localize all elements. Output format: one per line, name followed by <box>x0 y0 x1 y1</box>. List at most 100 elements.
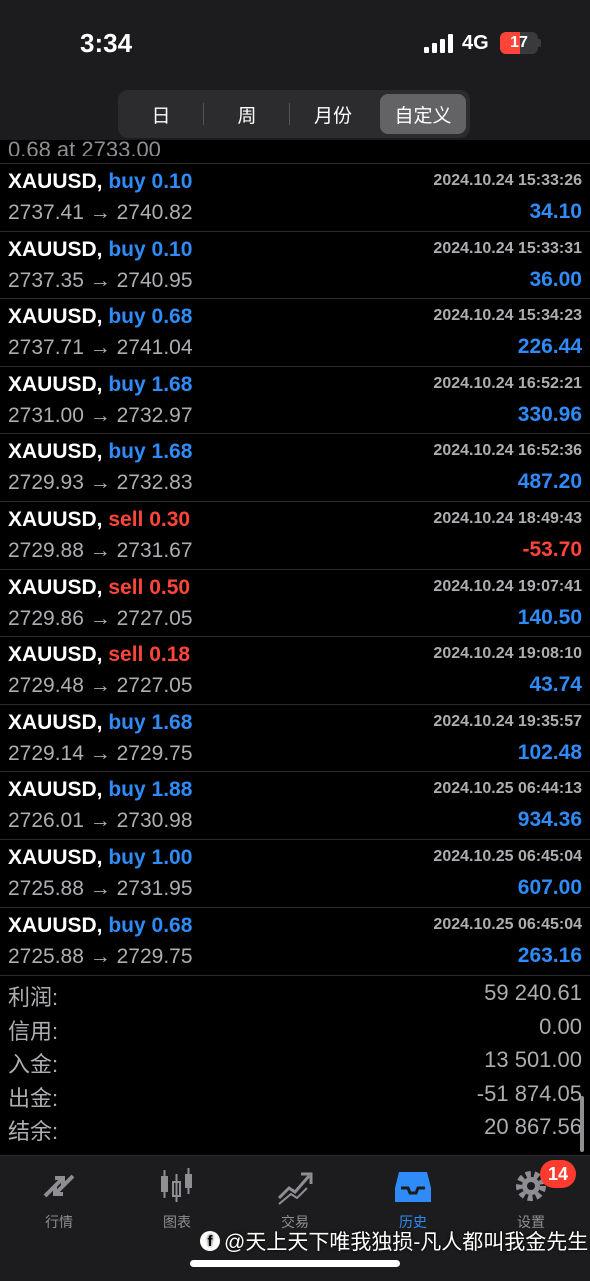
status-bar: 3:34 4G 17 <box>0 0 590 88</box>
summary-balance-row: 结余: 20 867.56 <box>0 1110 590 1144</box>
deal-price-line: 2726.01 → 2730.98 <box>8 809 193 833</box>
deal-symbol-line: XAUUSD, buy 1.68 <box>8 711 192 735</box>
segment-day[interactable]: 日 <box>118 90 204 138</box>
summary-withdrawal-row: 出金: -51 874.05 <box>0 1077 590 1111</box>
deal-open-price: 2737.71 <box>8 336 84 360</box>
deal-side: buy <box>108 710 146 734</box>
deal-side: buy <box>108 845 146 869</box>
summary-value: 59 240.61 <box>484 980 582 1005</box>
deal-row[interactable]: XAUUSD, buy 0.10 2024.10.24 15:33:31 273… <box>0 230 590 299</box>
deal-datetime: 2024.10.24 19:35:57 <box>433 712 582 730</box>
segment-month[interactable]: 月份 <box>290 90 376 138</box>
deal-profit: 226.44 <box>517 335 582 359</box>
deal-symbol-line: XAUUSD, buy 1.88 <box>8 778 192 802</box>
deal-side: buy <box>108 237 146 261</box>
deal-symbol: XAUUSD, <box>8 372 103 396</box>
deal-symbol-line: XAUUSD, sell 0.30 <box>8 508 190 532</box>
arrow-right-icon: → <box>89 336 111 360</box>
settings-notification-badge: 14 <box>540 1160 576 1188</box>
deal-list: XAUUSD, buy 0.10 2024.10.24 15:33:26 273… <box>0 163 590 974</box>
deal-symbol: XAUUSD, <box>8 305 103 329</box>
tab-charts[interactable]: 图表 <box>118 1166 236 1232</box>
deal-row[interactable]: XAUUSD, buy 1.68 2024.10.24 19:35:57 272… <box>0 703 590 772</box>
facebook-icon: f <box>200 1231 220 1251</box>
deal-symbol-line: XAUUSD, buy 0.68 <box>8 914 192 938</box>
period-segmented-control: 日 周 月份 自定义 <box>118 90 470 138</box>
deal-open-price: 2725.88 <box>8 876 84 900</box>
tab-quotes[interactable]: 行情 <box>0 1166 118 1232</box>
deal-row[interactable]: XAUUSD, sell 0.30 2024.10.24 18:49:43 27… <box>0 500 590 569</box>
deal-datetime: 2024.10.24 16:52:36 <box>433 442 582 460</box>
deal-profit: 330.96 <box>517 402 582 426</box>
deal-price-line: 2725.88 → 2729.75 <box>8 945 193 969</box>
tab-trade[interactable]: 交易 <box>236 1166 354 1232</box>
battery-icon: 17 <box>500 32 538 54</box>
summary-profit-row: 利润: 59 240.61 <box>0 976 590 1010</box>
trade-trend-icon <box>277 1172 313 1205</box>
deal-price-line: 2729.48 → 2727.05 <box>8 674 193 698</box>
deal-price-line: 2731.00 → 2732.97 <box>8 404 193 428</box>
tab-history[interactable]: 历史 <box>354 1166 472 1232</box>
deal-open-price: 2729.93 <box>8 471 84 495</box>
deal-close-price: 2732.83 <box>116 471 193 495</box>
summary-panel: 利润: 59 240.61 信用: 0.00 入金: 13 501.00 出金:… <box>0 975 590 1144</box>
deal-profit: 140.50 <box>517 605 582 629</box>
deal-row[interactable]: XAUUSD, buy 1.68 2024.10.24 16:52:21 273… <box>0 365 590 434</box>
deal-open-price: 2729.48 <box>8 674 84 698</box>
deal-close-price: 2729.75 <box>116 741 193 765</box>
arrow-right-icon: → <box>89 403 111 427</box>
deal-profit: 607.00 <box>517 875 582 899</box>
summary-value: 20 867.56 <box>484 1114 582 1140</box>
deal-profit: 263.16 <box>517 943 582 967</box>
deal-side: sell <box>108 575 144 599</box>
deal-row[interactable]: XAUUSD, buy 1.88 2024.10.25 06:44:13 272… <box>0 771 590 839</box>
deal-close-price: 2730.98 <box>116 809 193 833</box>
summary-label: 结余: <box>8 1119 59 1145</box>
summary-label: 入金: <box>8 1052 59 1078</box>
arrow-right-icon: → <box>89 201 111 224</box>
network-type: 4G <box>462 32 489 54</box>
cellular-signal-icon <box>424 33 454 53</box>
deal-row[interactable]: XAUUSD, buy 0.10 2024.10.24 15:33:26 273… <box>0 163 590 231</box>
deal-price-line: 2737.71 → 2741.04 <box>8 336 193 360</box>
deal-row[interactable]: XAUUSD, buy 1.00 2024.10.25 06:45:04 272… <box>0 838 590 907</box>
summary-label: 出金: <box>8 1085 59 1111</box>
deal-close-price: 2731.95 <box>116 876 193 900</box>
deal-price-line: 2737.41 → 2740.82 <box>8 201 193 225</box>
deal-volume: 0.68 <box>151 913 193 937</box>
deal-side: buy <box>108 372 146 396</box>
deal-row[interactable]: XAUUSD, buy 0.68 2024.10.25 06:45:04 272… <box>0 906 590 975</box>
deal-close-price: 2727.05 <box>116 674 193 698</box>
scrollbar-thumb[interactable] <box>580 1096 584 1152</box>
status-time: 3:34 <box>80 28 133 58</box>
summary-label: 利润: <box>8 985 59 1010</box>
arrow-right-icon: → <box>89 606 111 630</box>
summary-label: 信用: <box>8 1018 59 1044</box>
deal-volume: 1.68 <box>151 372 193 396</box>
deal-open-price: 2737.41 <box>8 201 84 224</box>
deal-row[interactable]: XAUUSD, buy 1.68 2024.10.24 16:52:36 272… <box>0 433 590 501</box>
deal-datetime: 2024.10.25 06:45:04 <box>433 915 582 933</box>
deal-symbol-line: XAUUSD, buy 1.00 <box>8 846 192 870</box>
deal-volume: 0.30 <box>149 507 191 531</box>
deal-price-line: 2737.35 → 2740.95 <box>8 269 193 293</box>
deal-side: buy <box>108 913 146 937</box>
deal-datetime: 2024.10.25 06:44:13 <box>433 780 582 798</box>
deal-volume: 1.68 <box>151 710 193 734</box>
arrow-right-icon: → <box>89 538 111 562</box>
home-indicator[interactable] <box>190 1260 400 1267</box>
deal-volume: 0.18 <box>149 643 191 667</box>
arrow-right-icon: → <box>89 674 111 698</box>
deal-datetime: 2024.10.24 19:08:10 <box>433 645 582 663</box>
deal-row[interactable]: XAUUSD, sell 0.50 2024.10.24 19:07:41 27… <box>0 568 590 637</box>
segment-custom[interactable]: 自定义 <box>380 94 466 134</box>
deal-close-price: 2727.05 <box>116 606 193 630</box>
deal-row[interactable]: XAUUSD, sell 0.18 2024.10.24 19:08:10 27… <box>0 636 590 704</box>
deal-symbol-line: XAUUSD, buy 1.68 <box>8 373 192 397</box>
segment-week[interactable]: 周 <box>204 90 290 138</box>
history-inbox-icon <box>395 1172 431 1202</box>
deal-symbol: XAUUSD, <box>8 440 103 464</box>
deal-row[interactable]: XAUUSD, buy 0.68 2024.10.24 15:34:23 273… <box>0 298 590 366</box>
candlestick-chart-icon <box>161 1168 192 1202</box>
deal-symbol: XAUUSD, <box>8 778 103 802</box>
